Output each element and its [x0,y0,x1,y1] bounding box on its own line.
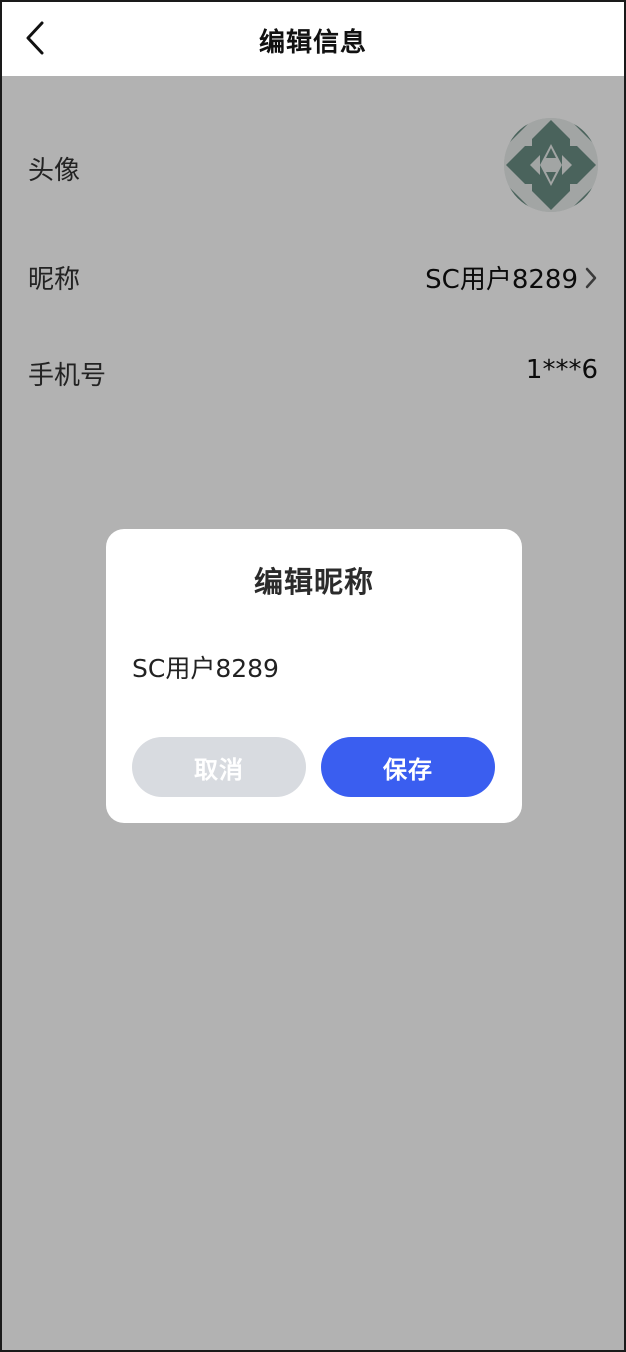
page-title: 编辑信息 [258,28,367,58]
cancel-button[interactable]: 取消 [132,737,306,797]
nickname-input[interactable] [132,647,496,687]
app-frame: 编辑信息 头像 昵称 SC用户8289 手机号 1***6 编辑昵称 SC用户8… [0,0,626,1352]
top-navigation-bar: 编辑信息 [2,2,624,76]
dialog-title: 编辑昵称 [253,565,374,599]
edit-nickname-dialog: 编辑昵称 取消 保存 [106,529,522,823]
save-button[interactable]: 保存 [321,737,495,797]
